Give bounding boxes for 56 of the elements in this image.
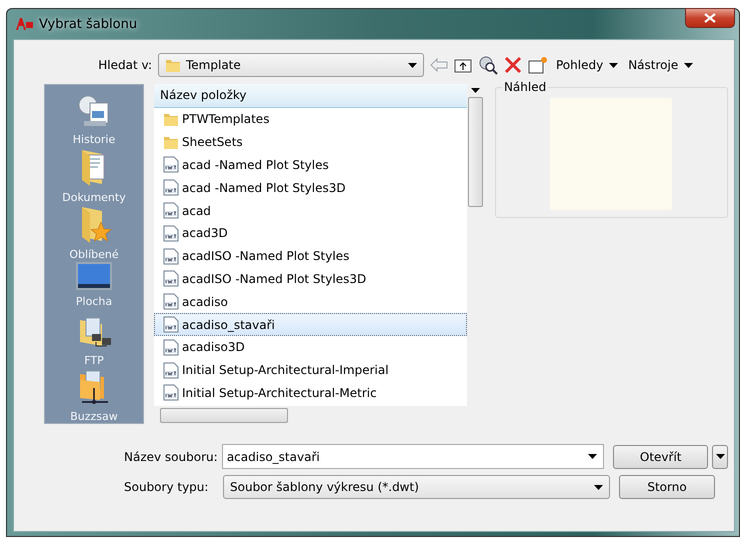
tools-menu[interactable]: Nástroje <box>626 58 696 72</box>
look-in-label: Hledat v: <box>97 58 152 72</box>
file-item[interactable]: Initial Setup-Architectural-Metric <box>154 382 467 404</box>
template-file-icon <box>163 384 179 402</box>
close-icon <box>704 13 716 23</box>
caret-icon <box>471 88 480 93</box>
file-item[interactable]: acadISO -Named Plot Styles3D <box>154 268 467 290</box>
template-file-icon <box>163 316 179 334</box>
template-file-icon <box>163 179 179 196</box>
file-item[interactable]: acad -Named Plot Styles3D <box>154 176 467 200</box>
close-button[interactable] <box>685 8 735 28</box>
file-item[interactable]: acad -Named Plot Styles <box>154 154 467 176</box>
cancel-button[interactable]: Storno <box>619 475 715 499</box>
app-logo-icon <box>15 17 33 31</box>
file-item[interactable]: Initial Setup-Architectural-Imperial <box>154 358 467 382</box>
column-header[interactable]: Název položky <box>154 84 467 108</box>
file-item[interactable]: PTWTemplates <box>154 108 467 131</box>
template-file-icon <box>163 248 179 265</box>
file-item[interactable]: SheetSets <box>154 130 467 154</box>
new-folder-icon[interactable] <box>528 56 548 74</box>
delete-icon[interactable] <box>504 56 522 74</box>
caret-icon <box>588 454 598 459</box>
file-type-label: Soubory typu: <box>124 480 210 494</box>
preview-title: Náhled <box>502 80 548 94</box>
caret-icon <box>684 62 694 68</box>
caret-icon <box>716 454 725 459</box>
look-in-dropdown[interactable]: Template <box>158 53 424 77</box>
caret-icon <box>594 484 603 490</box>
template-file-icon <box>163 202 179 220</box>
file-name-label: Název souboru: <box>124 450 218 464</box>
template-file-icon <box>163 224 179 242</box>
window-title: Vybrat šablonu <box>39 16 138 32</box>
file-item[interactable]: acad3D <box>154 222 467 245</box>
file-item[interactable]: acadiso_stavaři <box>154 313 467 336</box>
file-type-dropdown[interactable]: Soubor šablony výkresu (*.dwt) <box>223 475 610 499</box>
template-file-icon <box>163 293 179 310</box>
caret-icon <box>609 62 618 68</box>
search-icon[interactable] <box>478 55 498 75</box>
file-item[interactable]: acadiso <box>154 290 467 314</box>
file-name-field[interactable]: acadiso_stavaři <box>222 444 604 469</box>
folder-icon <box>163 111 179 128</box>
open-button[interactable]: Otevřít <box>613 444 708 468</box>
folder-icon <box>165 57 181 73</box>
open-options-button[interactable] <box>712 444 728 468</box>
template-file-icon <box>163 338 179 356</box>
template-file-icon <box>163 270 179 288</box>
folder-icon <box>163 134 179 150</box>
file-item[interactable]: acadiso3D <box>154 336 467 359</box>
file-item[interactable]: acadISO -Named Plot Styles <box>154 244 467 268</box>
caret-icon <box>408 62 417 68</box>
template-file-icon <box>163 156 179 174</box>
template-file-icon <box>163 362 179 379</box>
file-item[interactable]: acad <box>154 199 467 222</box>
folder-up-icon[interactable] <box>454 57 472 73</box>
monitor-icon <box>75 260 113 291</box>
views-menu[interactable]: Pohledy <box>554 58 620 72</box>
